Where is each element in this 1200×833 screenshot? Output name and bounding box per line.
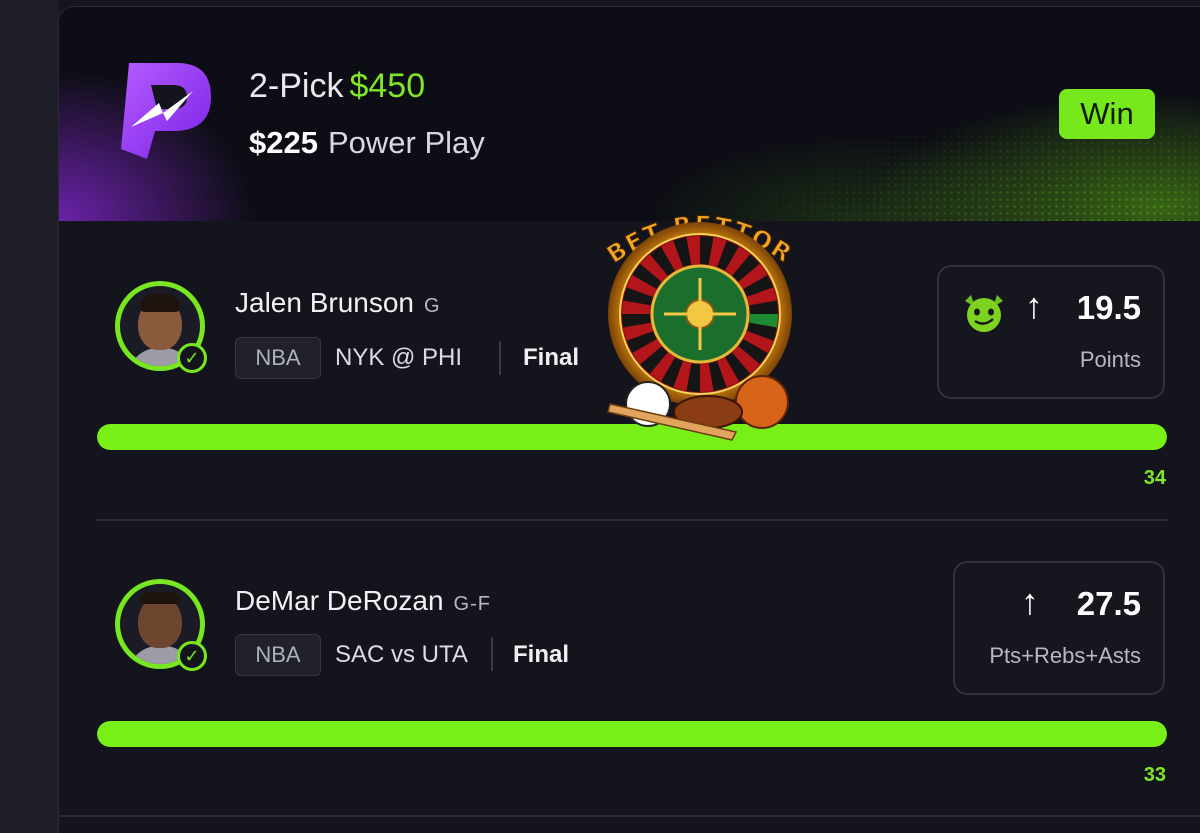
matchup: SAC vs UTA (335, 641, 468, 668)
pick-title: 2-Pick $450 (249, 67, 425, 106)
entry-details: $225 Power Play (249, 125, 485, 161)
league-tag: NBA (235, 337, 321, 379)
player-position: G-F (453, 593, 491, 615)
progress-bar (97, 721, 1167, 747)
game-status: Final (513, 641, 570, 668)
bet-bettor-watermark-logo: BET BETTOR (601, 210, 797, 441)
play-type: Power Play (327, 125, 485, 160)
goblin-icon (965, 295, 1003, 332)
entry-amount: $225 (249, 125, 318, 160)
player-name-text: Jalen Brunson (235, 287, 415, 318)
divider (491, 637, 493, 671)
arrow-up-icon: ↑ (1021, 581, 1039, 622)
player-position: G (424, 295, 441, 317)
stat-type: Pts+Rebs+Asts (989, 643, 1141, 668)
pick-type: 2-Pick (249, 67, 344, 105)
check-circle-icon: ✓ (177, 641, 207, 671)
row-separator (59, 815, 1200, 817)
stat-type: Points (1079, 347, 1141, 372)
game-status: Final (523, 344, 580, 371)
win-badge: Win (1059, 89, 1155, 139)
entry-header: 2-Pick $450 $225 Power Play Win (59, 7, 1200, 221)
projection-box[interactable]: ↑ 19.5 Points (937, 265, 1165, 399)
check-circle-icon: ✓ (177, 343, 207, 373)
progress-bar-fill (97, 721, 1167, 747)
league-tag: NBA (235, 634, 321, 676)
player-name: DeMar DeRozan G-F (235, 585, 491, 617)
arrow-up-icon: ↑ (1025, 285, 1043, 326)
matchup: NYK @ PHI (335, 344, 463, 371)
prizepicks-logo-icon (121, 63, 211, 159)
actual-stat: 34 (1143, 467, 1166, 489)
projection-line: 27.5 (1076, 585, 1141, 622)
projection-box[interactable]: ↑ 27.5 Pts+Rebs+Asts (953, 561, 1165, 695)
divider (499, 341, 501, 375)
actual-stat: 33 (1143, 764, 1166, 786)
player-name: Jalen Brunson G (235, 287, 441, 319)
payout-amount: $450 (349, 67, 426, 105)
pick-row[interactable]: ✓ DeMar DeRozan G-F NBA SAC vs UTA Final … (59, 519, 1200, 815)
player-name-text: DeMar DeRozan (235, 585, 444, 616)
projection-line: 19.5 (1076, 289, 1141, 326)
